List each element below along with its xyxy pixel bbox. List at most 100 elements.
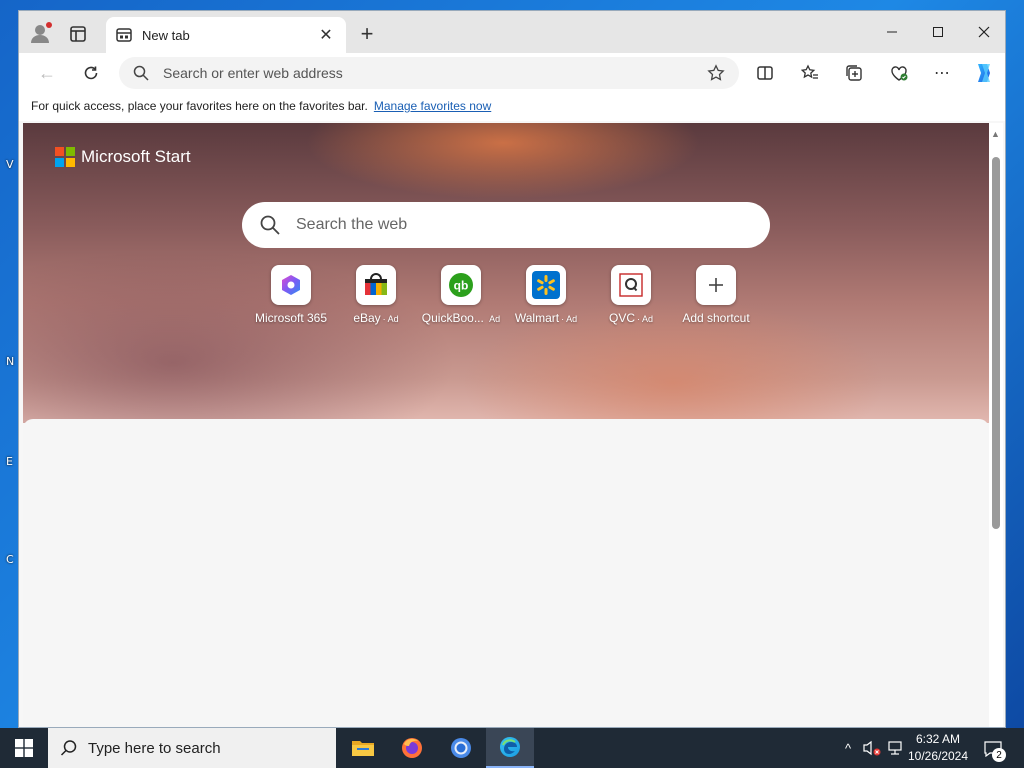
shortcut-label: Walmart · Ad xyxy=(514,311,578,325)
add-shortcut-button[interactable]: Add shortcut xyxy=(671,265,761,325)
collections-button[interactable] xyxy=(841,60,867,86)
favorites-bar-message: For quick access, place your favorites h… xyxy=(31,99,368,113)
shortcut-label: QuickBoo... Ad xyxy=(421,311,501,325)
favorites-button[interactable] xyxy=(797,60,823,86)
tab-title: New tab xyxy=(142,27,190,43)
address-bar[interactable] xyxy=(119,57,739,89)
heart-pulse-icon xyxy=(891,66,908,81)
chrome-icon xyxy=(451,738,471,758)
shortcut-microsoft-365[interactable]: Microsoft 365 xyxy=(246,265,336,325)
content-feed-panel xyxy=(23,419,989,727)
notification-center-button[interactable]: 2 xyxy=(980,738,1006,762)
edge-icon xyxy=(500,737,520,757)
start-button[interactable] xyxy=(0,728,48,768)
folder-icon xyxy=(352,741,374,756)
new-tab-page-icon xyxy=(116,28,132,42)
maximize-icon xyxy=(933,27,943,37)
shortcut-label: Add shortcut xyxy=(682,311,750,325)
tab-new-tab[interactable]: New tab ✕ xyxy=(106,17,346,53)
split-screen-button[interactable] xyxy=(752,60,778,86)
browser-essentials-button[interactable] xyxy=(886,60,912,86)
title-bar: New tab ✕ + xyxy=(19,11,1005,53)
split-screen-icon xyxy=(757,66,773,80)
tab-actions-icon xyxy=(70,26,86,42)
more-icon: ⋯ xyxy=(934,65,950,82)
copilot-icon xyxy=(978,64,990,82)
favorites-bar: For quick access, place your favorites h… xyxy=(19,91,1005,121)
desktop-icon-label: E xyxy=(6,455,13,468)
shortcut-label: QVC · Ad xyxy=(608,311,654,325)
volume-muted-icon xyxy=(863,740,881,756)
taskbar: Type here to search ^ 6:32 AM 10/26/2024… xyxy=(0,728,1024,768)
scroll-up-arrow-icon[interactable]: ▲ xyxy=(991,129,1000,139)
firefox-icon xyxy=(402,738,422,758)
chevron-up-icon: ^ xyxy=(844,740,852,756)
brand-name: Microsoft Start xyxy=(81,147,191,166)
manage-favorites-link[interactable]: Manage favorites now xyxy=(374,99,491,113)
close-icon xyxy=(978,26,990,38)
copilot-button[interactable] xyxy=(971,60,997,86)
svg-text:qb: qb xyxy=(454,279,469,293)
new-tab-button[interactable]: + xyxy=(355,21,379,46)
walmart-spark-icon xyxy=(526,265,566,305)
show-hidden-icons-button[interactable]: ^ xyxy=(838,738,858,758)
shortcut-qvc[interactable]: QVC · Ad xyxy=(586,265,676,325)
quickbooks-icon: qb xyxy=(441,265,481,305)
close-tab-icon[interactable]: ✕ xyxy=(316,25,336,45)
web-search-input[interactable] xyxy=(296,216,770,234)
microsoft-start-brand[interactable]: Microsoft Start xyxy=(55,147,191,167)
shortcut-label: Microsoft 365 xyxy=(254,311,328,325)
back-button[interactable]: ← xyxy=(33,59,61,87)
desktop-icon-label: V xyxy=(6,158,14,171)
file-explorer-button[interactable] xyxy=(339,728,387,768)
web-search-box[interactable] xyxy=(242,202,770,248)
refresh-icon xyxy=(84,66,98,80)
star-icon[interactable] xyxy=(707,64,725,82)
tab-actions-button[interactable] xyxy=(67,23,89,45)
browser-window: New tab ✕ + ← Search or enter web addres… xyxy=(18,10,1006,728)
desktop-icon-label: C xyxy=(6,553,14,566)
search-icon xyxy=(133,65,149,81)
background-image: Microsoft Start Search the web Microsoft… xyxy=(23,123,989,423)
notification-count-badge: 2 xyxy=(992,748,1006,762)
shortcut-ebay[interactable]: eBay · Ad xyxy=(331,265,421,325)
search-icon xyxy=(260,215,280,235)
profile-button[interactable] xyxy=(29,21,53,45)
ad-badge: · Ad xyxy=(561,314,578,324)
ad-badge: · Ad xyxy=(382,314,399,324)
volume-button[interactable] xyxy=(862,738,882,758)
shortcut-walmart[interactable]: Walmart · Ad xyxy=(501,265,591,325)
microsoft-logo-icon xyxy=(55,147,75,167)
shortcut-quickbooks[interactable]: qb QuickBoo... Ad xyxy=(416,265,506,325)
system-clock[interactable]: 6:32 AM 10/26/2024 xyxy=(900,731,976,765)
taskbar-search-box[interactable]: Type here to search xyxy=(48,728,336,768)
settings-more-button[interactable]: ⋯ xyxy=(929,60,955,86)
ad-badge: · Ad xyxy=(637,314,654,324)
windows-logo-icon xyxy=(15,739,33,757)
collections-icon xyxy=(846,65,862,81)
clock-date: 10/26/2024 xyxy=(907,749,969,763)
new-tab-page: Microsoft Start Search the web Microsoft… xyxy=(23,123,989,727)
maximize-button[interactable] xyxy=(915,11,961,53)
ebay-bag-icon xyxy=(356,265,396,305)
close-window-button[interactable] xyxy=(961,11,1005,53)
scroll-thumb[interactable] xyxy=(992,157,1000,529)
microsoft-365-icon xyxy=(271,265,311,305)
refresh-button[interactable] xyxy=(77,59,105,87)
chrome-button[interactable] xyxy=(437,728,485,768)
minimize-button[interactable] xyxy=(869,11,915,53)
qvc-icon xyxy=(611,265,651,305)
ad-badge: Ad xyxy=(489,314,501,324)
navigation-toolbar: ← Search or enter web address ⋯ xyxy=(19,53,1005,91)
desktop-icon-label: N xyxy=(6,355,15,368)
firefox-button[interactable] xyxy=(388,728,436,768)
favorites-icon xyxy=(801,64,818,79)
taskbar-search-placeholder: Type here to search xyxy=(88,739,221,757)
vertical-scrollbar[interactable]: ▲ xyxy=(989,123,1003,727)
clock-time: 6:32 AM xyxy=(915,732,961,746)
address-input[interactable] xyxy=(163,65,707,81)
back-arrow-icon: ← xyxy=(38,62,56,83)
shortcut-label: eBay · Ad xyxy=(353,311,399,325)
profile-icon xyxy=(31,22,52,43)
edge-button[interactable] xyxy=(486,728,534,768)
